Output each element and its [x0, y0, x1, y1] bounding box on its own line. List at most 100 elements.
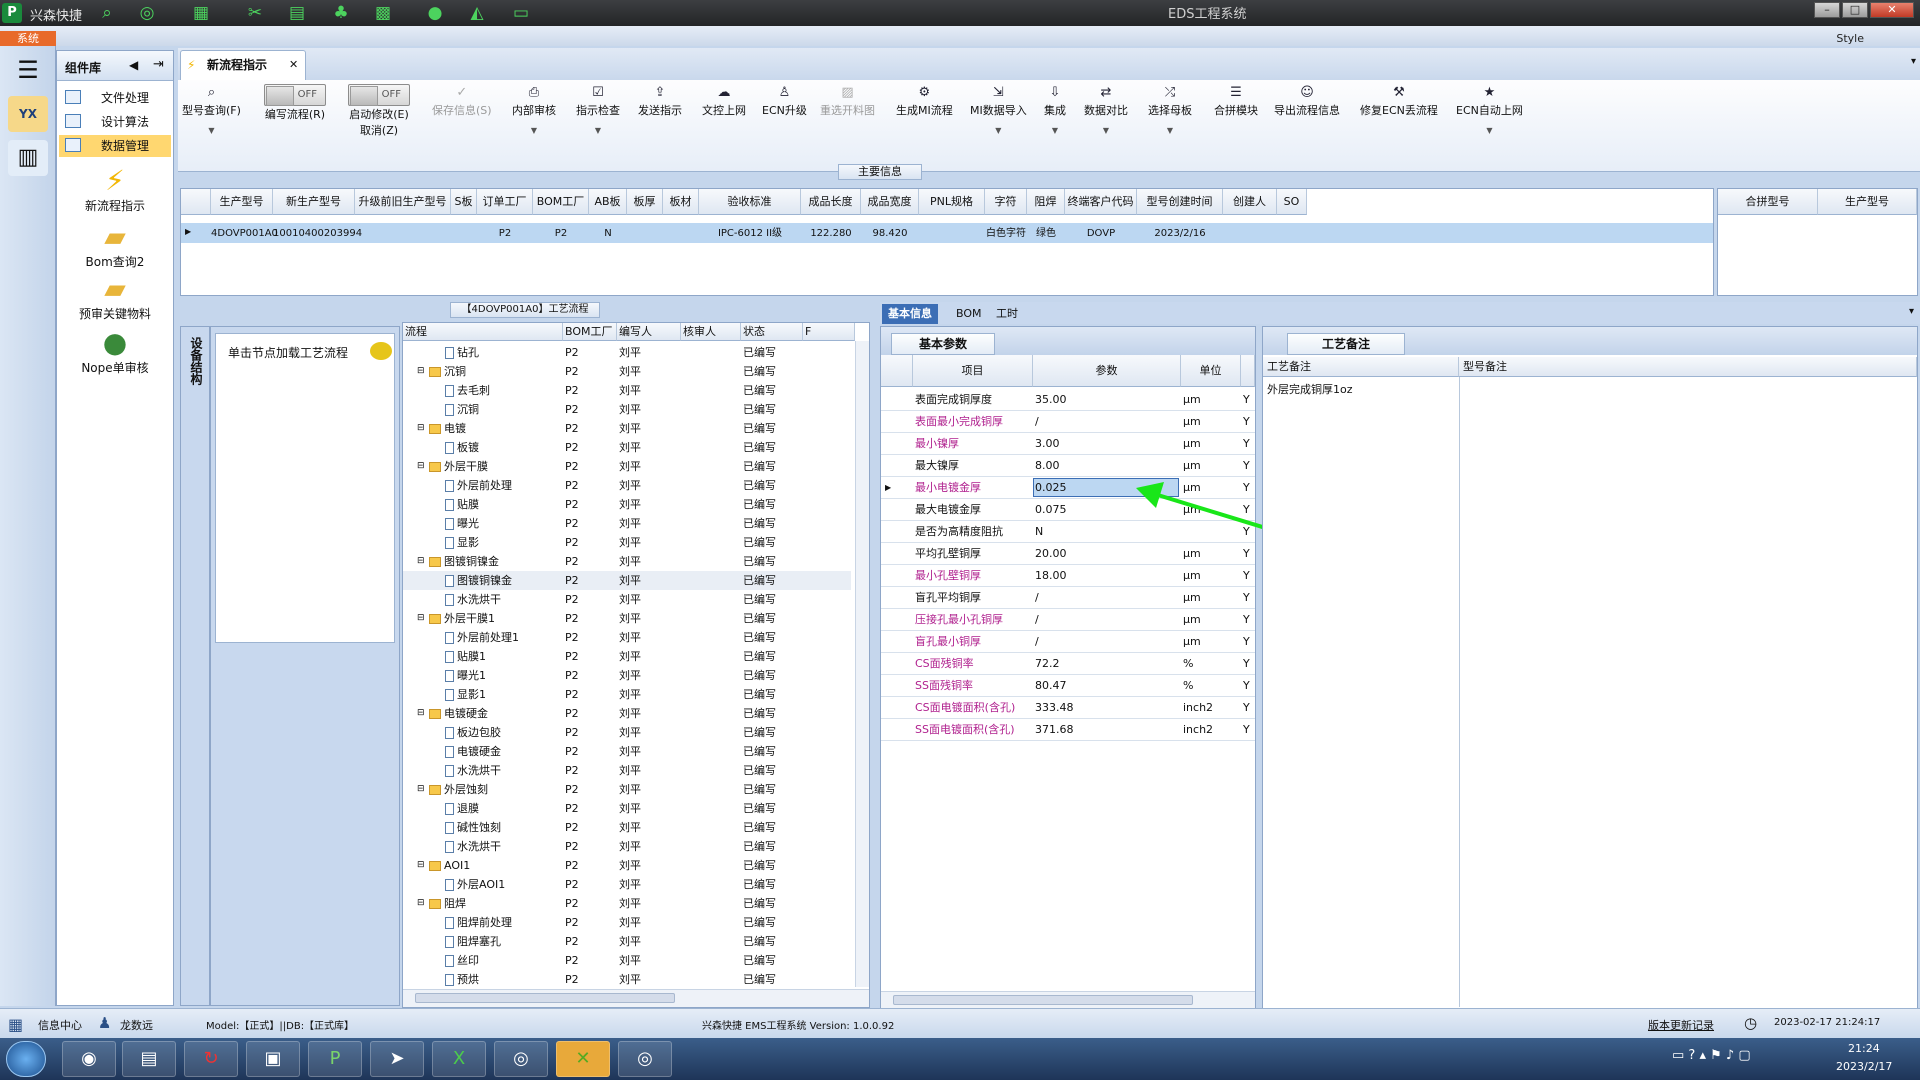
write-flow-toggle[interactable]: OFF 编写流程(R) [264, 84, 326, 122]
table-cell[interactable]: IPC-6012 II级 [699, 225, 801, 243]
tree-leaf-node[interactable]: 显影 P2 刘平 已编写 [403, 533, 851, 552]
notepad-icon[interactable]: ▤ [122, 1041, 176, 1077]
table-icon[interactable]: ▤ [286, 2, 308, 24]
doc-online-button[interactable]: ☁ 文控上网 [702, 84, 746, 118]
tab-new-flow[interactable]: ⚡ 新流程指示 ✕ [180, 50, 306, 80]
column-header[interactable]: 状态 [741, 323, 803, 341]
column-header[interactable]: 字符 [985, 189, 1027, 215]
tree-group-node[interactable]: 阻焊 ⊟ P2 刘平 已编写 [403, 894, 851, 913]
tree-leaf-node[interactable]: 图镀铜镍金 P2 刘平 已编写 [403, 571, 851, 590]
column-header[interactable]: BOM工厂 [533, 189, 589, 215]
reselect-cut-image-button[interactable]: ▨ 重选开料图 [820, 84, 875, 118]
internal-review-button[interactable]: ⎙ 内部审核 ▼ [512, 84, 556, 135]
memo-tab[interactable]: 工艺备注 [1287, 333, 1405, 355]
column-header[interactable]: 项目 [913, 355, 1033, 387]
table-cell[interactable]: 10010400203994 [273, 225, 362, 243]
column-header[interactable]: 工艺备注 [1263, 357, 1459, 377]
column-header[interactable]: 合拼型号 [1718, 189, 1818, 215]
tree-leaf-node[interactable]: 退膜 P2 刘平 已编写 [403, 799, 851, 818]
vertical-scrollbar[interactable] [855, 341, 869, 987]
param-value[interactable]: 333.48 [1035, 697, 1074, 719]
tree-leaf-node[interactable]: 显影1 P2 刘平 已编写 [403, 685, 851, 704]
tab-basic-info[interactable]: 基本信息 [882, 304, 938, 324]
collapse-icon[interactable]: ⊟ [417, 780, 425, 799]
table-cell[interactable]: 白色字符 [985, 225, 1027, 243]
tree-leaf-node[interactable]: 贴膜 P2 刘平 已编写 [403, 495, 851, 514]
integrate-button[interactable]: ⇩ 集成 ▼ [1044, 84, 1066, 135]
close-icon[interactable]: ✕ [289, 51, 298, 79]
param-value[interactable]: 18.00 [1035, 565, 1067, 587]
eds-app-icon[interactable]: P [308, 1041, 362, 1077]
collapse-icon[interactable]: ⊟ [417, 457, 425, 476]
column-header[interactable]: 终端客户代码 [1065, 189, 1137, 215]
tool-new-flow[interactable]: ⚡ 新流程指示 [57, 165, 173, 214]
column-header[interactable]: F [803, 323, 855, 341]
arrow-app-icon[interactable]: ➤ [370, 1041, 424, 1077]
column-header[interactable]: 订单工厂 [477, 189, 533, 215]
table-cell[interactable] [919, 225, 985, 243]
generate-mi-flow-button[interactable]: ⚙ 生成MI流程 [896, 84, 953, 118]
data-compare-button[interactable]: ⇄ 数据对比 ▼ [1084, 84, 1128, 135]
tree-leaf-node[interactable]: 曝光 P2 刘平 已编写 [403, 514, 851, 533]
tree-group-node[interactable]: 沉铜 ⊟ P2 刘平 已编写 [403, 362, 851, 381]
param-value[interactable]: N [1035, 521, 1043, 543]
column-header[interactable]: 成品长度 [801, 189, 861, 215]
column-header[interactable]: S板 [451, 189, 477, 215]
tree-leaf-node[interactable]: 阻焊塞孔 P2 刘平 已编写 [403, 932, 851, 951]
column-header[interactable]: 创建人 [1223, 189, 1277, 215]
column-header[interactable]: 单位 [1181, 355, 1241, 387]
table-cell[interactable] [1277, 225, 1307, 243]
column-header[interactable]: 新生产型号 [273, 189, 355, 215]
tray-icons[interactable]: ▭ ? ▴ ⚑ ♪ ▢ [1672, 1048, 1751, 1063]
grid-icon[interactable]: ▦ [8, 1015, 23, 1034]
app-icon[interactable]: P [2, 3, 22, 23]
column-header[interactable]: 参数 [1033, 355, 1181, 387]
floppy-icon[interactable]: ▣ [246, 1041, 300, 1077]
minimize-button[interactable]: – [1814, 2, 1840, 18]
chevron-down-icon[interactable]: ▾ [1911, 56, 1916, 67]
tree-leaf-node[interactable]: 预烘 P2 刘平 已编写 [403, 970, 851, 989]
search-icon[interactable]: ⌕ [96, 2, 118, 24]
column-header[interactable]: 生产型号 [1818, 189, 1917, 215]
param-value[interactable]: 72.2 [1035, 653, 1060, 675]
table-cell[interactable] [451, 225, 477, 243]
param-value[interactable]: 8.00 [1035, 455, 1060, 477]
table-cell[interactable] [1223, 225, 1277, 243]
column-header[interactable]: 型号创建时间 [1137, 189, 1223, 215]
merge-module-button[interactable]: ☰ 合拼模块 [1214, 84, 1258, 118]
ecn-auto-online-button[interactable]: ★ ECN自动上网 ▼ [1456, 84, 1523, 135]
model-query-button[interactable]: ⌕ 型号查询(F) ▼ [182, 84, 241, 135]
table-cell[interactable] [663, 225, 699, 243]
remote-icon[interactable]: ◎ [618, 1041, 672, 1077]
column-header[interactable]: 核审人 [681, 323, 741, 341]
tree-leaf-node[interactable]: 板镀 P2 刘平 已编写 [403, 438, 851, 457]
basic-params-tab[interactable]: 基本参数 [891, 333, 995, 355]
close-button[interactable]: ✕ [1870, 2, 1914, 18]
column-header[interactable]: 验收标准 [699, 189, 801, 215]
start-button[interactable] [6, 1041, 46, 1077]
tree-icon[interactable]: ♣ [330, 2, 352, 24]
param-row[interactable]: CS面残铜率 72.2% Y [881, 653, 1255, 675]
tree-leaf-node[interactable]: 水洗烘干 P2 刘平 已编写 [403, 590, 851, 609]
collapse-icon[interactable]: ⊟ [417, 362, 425, 381]
tool-nope-review[interactable]: ● Nope单审核 [57, 327, 173, 376]
scissors-icon[interactable]: ✂ [244, 2, 266, 24]
table-cell[interactable] [627, 225, 663, 243]
column-header[interactable]: 升级前旧生产型号 [355, 189, 451, 215]
tree-leaf-node[interactable]: 丝印 P2 刘平 已编写 [403, 951, 851, 970]
tree-group-node[interactable]: 外层蚀刻 ⊟ P2 刘平 已编写 [403, 780, 851, 799]
arrow-left-icon[interactable]: ◀ [129, 58, 138, 72]
tree-group-node[interactable]: AOI1 ⊟ P2 刘平 已编写 [403, 856, 851, 875]
column-header[interactable]: 板材 [663, 189, 699, 215]
collapse-icon[interactable]: ⊟ [417, 552, 425, 571]
tool-bom-query[interactable]: ▰ Bom查询2 [57, 221, 173, 270]
table-cell[interactable]: 98.420 [861, 225, 919, 243]
column-header[interactable]: 编写人 [617, 323, 681, 341]
tab-work-hours[interactable]: 工时 [990, 304, 1024, 324]
system-tab[interactable]: 系统 [0, 31, 56, 47]
tree-leaf-node[interactable]: 电镀硬金 P2 刘平 已编写 [403, 742, 851, 761]
complib-item-algorithm[interactable]: 设计算法 [59, 111, 171, 133]
column-header[interactable]: 生产型号 [211, 189, 273, 215]
column-header[interactable]: BOM工厂 [563, 323, 617, 341]
cancel-label[interactable]: 取消(Z) [360, 124, 398, 137]
